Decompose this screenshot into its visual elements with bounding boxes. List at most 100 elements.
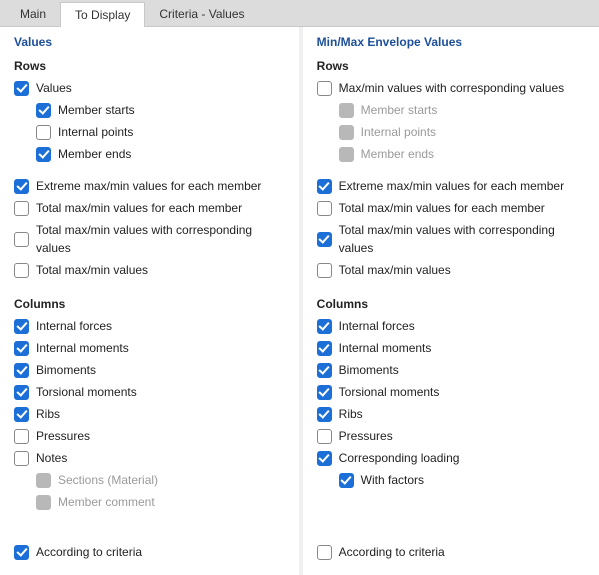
checkbox-total-values-right[interactable]: [317, 263, 332, 278]
row-total-values-right: Total max/min values: [317, 259, 585, 281]
checkbox-col-member-comment-left: [36, 495, 51, 510]
label-member-ends-left: Member ends: [58, 145, 131, 163]
row-according-left: According to criteria: [14, 541, 142, 563]
panels: Values Rows Values Member starts Interna…: [0, 27, 599, 575]
row-internal-points-left: Internal points: [14, 121, 285, 143]
row-col-withfactors-right: With factors: [317, 469, 585, 491]
checkbox-total-values-left[interactable]: [14, 263, 29, 278]
checkbox-col-sections-left: [36, 473, 51, 488]
label-col-corrloading-right: Corresponding loading: [339, 449, 460, 467]
row-member-ends-right: Member ends: [317, 143, 585, 165]
row-total-each-right: Total max/min values for each member: [317, 197, 585, 219]
row-internal-points-right: Internal points: [317, 121, 585, 143]
columns-label-right: Columns: [317, 297, 585, 311]
checkbox-col-torsional-right[interactable]: [317, 385, 332, 400]
checkbox-member-ends-right: [339, 147, 354, 162]
tab-criteria[interactable]: Criteria - Values: [145, 2, 258, 26]
checkbox-member-starts-right: [339, 103, 354, 118]
label-col-torsional-left: Torsional moments: [36, 383, 137, 401]
tab-to-display[interactable]: To Display: [60, 2, 145, 27]
checkbox-internal-points-left[interactable]: [36, 125, 51, 140]
label-col-internal-moments-right: Internal moments: [339, 339, 432, 357]
panel-minmax-title: Min/Max Envelope Values: [317, 35, 585, 49]
checkbox-member-ends-left[interactable]: [36, 147, 51, 162]
label-col-sections-left: Sections (Material): [58, 471, 158, 489]
row-col-torsional-right: Torsional moments: [317, 381, 585, 403]
checkbox-extreme-each-right[interactable]: [317, 179, 332, 194]
row-maxmin-corr-right: Max/min values with corresponding values: [317, 77, 585, 99]
checkbox-values[interactable]: [14, 81, 29, 96]
label-total-each-left: Total max/min values for each member: [36, 199, 242, 217]
row-member-starts-right: Member starts: [317, 99, 585, 121]
row-col-torsional-left: Torsional moments: [14, 381, 285, 403]
label-total-each-right: Total max/min values for each member: [339, 199, 545, 217]
row-col-corrloading-right: Corresponding loading: [317, 447, 585, 469]
label-col-torsional-right: Torsional moments: [339, 383, 440, 401]
label-col-internal-moments-left: Internal moments: [36, 339, 129, 357]
label-according-left: According to criteria: [36, 543, 142, 561]
rows-label-right: Rows: [317, 59, 585, 73]
label-col-ribs-right: Ribs: [339, 405, 363, 423]
label-maxmin-corr-right: Max/min values with corresponding values: [339, 79, 564, 97]
checkbox-col-torsional-left[interactable]: [14, 385, 29, 400]
checkbox-internal-points-right: [339, 125, 354, 140]
row-col-ribs-right: Ribs: [317, 403, 585, 425]
label-member-ends-right: Member ends: [361, 145, 434, 163]
checkbox-col-corrloading-right[interactable]: [317, 451, 332, 466]
checkbox-total-each-left[interactable]: [14, 201, 29, 216]
row-member-ends-left: Member ends: [14, 143, 285, 165]
checkbox-col-notes-left[interactable]: [14, 451, 29, 466]
checkbox-col-internal-forces-left[interactable]: [14, 319, 29, 334]
row-extreme-each-left: Extreme max/min values for each member: [14, 175, 285, 197]
label-extreme-each-right: Extreme max/min values for each member: [339, 177, 564, 195]
checkbox-col-withfactors-right[interactable]: [339, 473, 354, 488]
checkbox-according-right[interactable]: [317, 545, 332, 560]
label-col-internal-forces-right: Internal forces: [339, 317, 415, 335]
row-col-notes-left: Notes: [14, 447, 285, 469]
columns-label-left: Columns: [14, 297, 285, 311]
label-total-values-left: Total max/min values: [36, 261, 148, 279]
row-total-each-left: Total max/min values for each member: [14, 197, 285, 219]
checkbox-maxmin-corr-right[interactable]: [317, 81, 332, 96]
label-col-bimoments-right: Bimoments: [339, 361, 399, 379]
checkbox-col-pressures-right[interactable]: [317, 429, 332, 444]
panel-values: Values Rows Values Member starts Interna…: [0, 27, 299, 575]
label-col-member-comment-left: Member comment: [58, 493, 155, 511]
row-col-pressures-right: Pressures: [317, 425, 585, 447]
checkbox-col-bimoments-right[interactable]: [317, 363, 332, 378]
row-extreme-each-right: Extreme max/min values for each member: [317, 175, 585, 197]
row-total-values-left: Total max/min values: [14, 259, 285, 281]
label-col-ribs-left: Ribs: [36, 405, 60, 423]
checkbox-extreme-each-left[interactable]: [14, 179, 29, 194]
checkbox-member-starts-left[interactable]: [36, 103, 51, 118]
label-internal-points-right: Internal points: [361, 123, 436, 141]
checkbox-col-pressures-left[interactable]: [14, 429, 29, 444]
label-col-pressures-left: Pressures: [36, 427, 90, 445]
row-col-bimoments-right: Bimoments: [317, 359, 585, 381]
row-member-starts-left: Member starts: [14, 99, 285, 121]
label-values: Values: [36, 79, 72, 97]
checkbox-col-internal-forces-right[interactable]: [317, 319, 332, 334]
label-col-pressures-right: Pressures: [339, 427, 393, 445]
label-member-starts-left: Member starts: [58, 101, 135, 119]
row-total-corresp-left: Total max/min values with corresponding …: [14, 219, 285, 259]
checkbox-col-bimoments-left[interactable]: [14, 363, 29, 378]
label-internal-points-left: Internal points: [58, 123, 133, 141]
checkbox-according-left[interactable]: [14, 545, 29, 560]
checkbox-col-ribs-left[interactable]: [14, 407, 29, 422]
row-total-corresp-right: Total max/min values with corresponding …: [317, 219, 585, 259]
checkbox-col-internal-moments-left[interactable]: [14, 341, 29, 356]
checkbox-total-corresp-right[interactable]: [317, 232, 332, 247]
checkbox-total-corresp-left[interactable]: [14, 232, 29, 247]
row-according-right: According to criteria: [317, 541, 445, 563]
row-col-internal-moments-right: Internal moments: [317, 337, 585, 359]
checkbox-total-each-right[interactable]: [317, 201, 332, 216]
tab-main[interactable]: Main: [6, 2, 60, 26]
label-col-internal-forces-left: Internal forces: [36, 317, 112, 335]
row-values: Values: [14, 77, 285, 99]
row-col-sections-left: Sections (Material): [14, 469, 285, 491]
checkbox-col-ribs-right[interactable]: [317, 407, 332, 422]
label-col-withfactors-right: With factors: [361, 471, 424, 489]
checkbox-col-internal-moments-right[interactable]: [317, 341, 332, 356]
row-col-internal-forces-right: Internal forces: [317, 315, 585, 337]
